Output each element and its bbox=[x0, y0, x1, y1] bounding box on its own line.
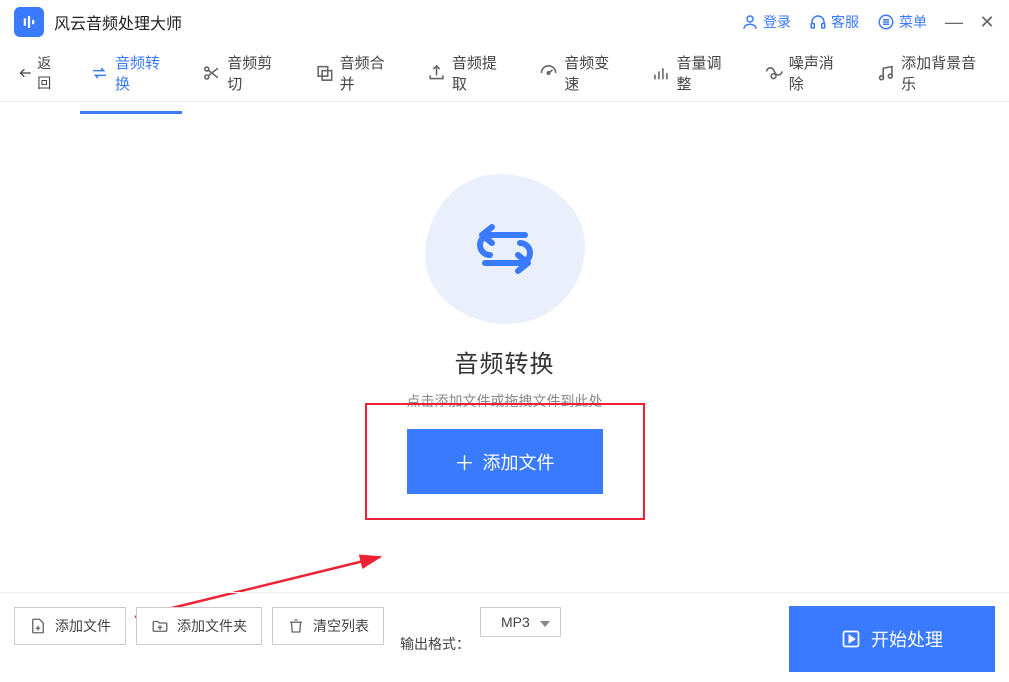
menu-label: 菜单 bbox=[899, 12, 927, 32]
app-title: 风云音频处理大师 bbox=[54, 10, 182, 34]
scissors-icon bbox=[202, 63, 221, 83]
clear-list-button[interactable]: 清空列表 bbox=[272, 607, 384, 645]
start-process-button[interactable]: 开始处理 bbox=[789, 606, 995, 672]
tab-label: 音频合并 bbox=[340, 52, 397, 94]
tab-label: 音频提取 bbox=[452, 52, 509, 94]
tab-audio-merge[interactable]: 音频合并 bbox=[303, 46, 409, 100]
tab-audio-convert[interactable]: 音频转换 bbox=[78, 46, 184, 100]
tab-audio-speed[interactable]: 音频变速 bbox=[527, 46, 633, 100]
login-button[interactable]: 登录 bbox=[741, 12, 791, 32]
tab-label: 添加背景音乐 bbox=[901, 52, 987, 94]
login-label: 登录 bbox=[763, 12, 791, 32]
tab-noise-removal[interactable]: 噪声消除 bbox=[752, 46, 858, 100]
file-plus-icon bbox=[29, 617, 47, 635]
add-folder-button[interactable]: 添加文件夹 bbox=[136, 607, 262, 645]
tab-audio-cut[interactable]: 音频剪切 bbox=[190, 46, 296, 100]
back-label: 返回 bbox=[37, 53, 64, 93]
output-format-value: MP3 bbox=[501, 614, 530, 630]
convert-illustration bbox=[425, 174, 585, 324]
tab-label: 音量调整 bbox=[676, 52, 733, 94]
tab-label: 音频变速 bbox=[564, 52, 621, 94]
titlebar-right: 登录 客服 菜单 — ✕ bbox=[741, 12, 995, 33]
start-label: 开始处理 bbox=[871, 626, 943, 652]
volume-icon bbox=[651, 63, 670, 83]
add-folder-label: 添加文件夹 bbox=[177, 616, 247, 636]
annotation-highlight-box: ＋ 添加文件 bbox=[365, 403, 645, 520]
bottom-bar: 添加文件 添加文件夹 清空列表 输出格式： MP3 开始处理 bbox=[0, 592, 1009, 682]
toolbar: 返回 音频转换 音频剪切 音频合并 音频提取 音频变速 音量调整 噪声消除 添加… bbox=[0, 44, 1009, 102]
add-file-main-button[interactable]: ＋ 添加文件 bbox=[407, 429, 603, 494]
support-label: 客服 bbox=[831, 12, 859, 32]
play-icon bbox=[841, 629, 861, 649]
clear-list-label: 清空列表 bbox=[313, 616, 369, 636]
titlebar: 风云音频处理大师 登录 客服 菜单 — ✕ bbox=[0, 0, 1009, 44]
back-button[interactable]: 返回 bbox=[10, 47, 72, 99]
support-button[interactable]: 客服 bbox=[809, 12, 859, 32]
folder-plus-icon bbox=[151, 617, 169, 635]
arrow-left-icon bbox=[18, 65, 33, 81]
minimize-button[interactable]: — bbox=[945, 12, 961, 33]
tab-volume-adjust[interactable]: 音量调整 bbox=[639, 46, 745, 100]
tab-label: 噪声消除 bbox=[789, 52, 846, 94]
trash-icon bbox=[287, 617, 305, 635]
headset-icon bbox=[809, 13, 827, 31]
user-icon bbox=[741, 13, 759, 31]
app-icon bbox=[14, 7, 44, 37]
titlebar-left: 风云音频处理大师 bbox=[14, 7, 182, 37]
extract-icon bbox=[427, 63, 446, 83]
output-format-label: 输出格式： bbox=[400, 634, 470, 654]
menu-icon bbox=[877, 13, 895, 31]
main-title: 音频转换 bbox=[455, 344, 555, 379]
speed-icon bbox=[539, 63, 558, 83]
add-file-label: 添加文件 bbox=[483, 449, 555, 475]
close-button[interactable]: ✕ bbox=[979, 12, 995, 33]
menu-button[interactable]: 菜单 bbox=[877, 12, 927, 32]
main-area: 音频转换 点击添加文件或拖拽文件到此处 ＋ 添加文件 bbox=[0, 102, 1009, 592]
tab-audio-extract[interactable]: 音频提取 bbox=[415, 46, 521, 100]
merge-icon bbox=[315, 63, 334, 83]
tab-label: 音频剪切 bbox=[227, 52, 284, 94]
add-file-label: 添加文件 bbox=[55, 616, 111, 636]
plus-icon: ＋ bbox=[455, 447, 475, 476]
music-icon bbox=[876, 63, 895, 83]
tab-label: 音频转换 bbox=[115, 52, 172, 94]
convert-icon bbox=[90, 63, 109, 83]
output-format-select[interactable]: MP3 bbox=[480, 607, 561, 637]
noise-icon bbox=[764, 63, 783, 83]
add-file-button[interactable]: 添加文件 bbox=[14, 607, 126, 645]
tab-add-bgm[interactable]: 添加背景音乐 bbox=[864, 46, 999, 100]
